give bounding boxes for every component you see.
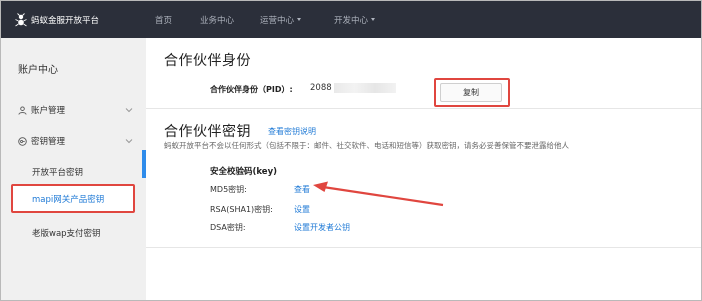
- nav-business-center-label: 业务中心: [200, 15, 235, 26]
- caret-down-icon: [371, 18, 376, 21]
- md5-key-label: MD5密钥:: [210, 185, 247, 194]
- section-divider: [146, 108, 701, 109]
- pid-value: 2088: [310, 83, 396, 93]
- sidebar-title: 账户中心: [18, 65, 58, 76]
- security-code-title: 安全校验码(key): [210, 167, 278, 177]
- nav-operations-center-label: 运营中心: [260, 15, 295, 26]
- nav-business-center[interactable]: 业务中心: [200, 14, 234, 26]
- sidebar-item-legacy-wap-key[interactable]: 老版wap支付密钥: [32, 227, 101, 239]
- partner-id-title: 合作伙伴身份: [164, 53, 251, 69]
- brand[interactable]: 蚂蚁金服开放平台: [14, 12, 154, 27]
- sidebar-group-key-management-label: 密钥管理: [31, 137, 66, 147]
- sidebar-group-account[interactable]: 账户管理: [18, 104, 65, 116]
- user-icon: [18, 105, 27, 115]
- copy-highlight-box: 复制: [434, 78, 510, 107]
- pid-masked-digits: [333, 83, 396, 93]
- copy-button[interactable]: 复制: [440, 83, 502, 102]
- brand-name: 蚂蚁金服开放平台: [31, 15, 100, 26]
- nav-home-label: 首页: [155, 15, 173, 26]
- sidebar: 账户中心 账户管理 密钥管理 开放平台密钥 mapi网关产品密钥 老版wap支付…: [1, 38, 146, 300]
- chevron-down-icon[interactable]: [125, 138, 133, 144]
- pid-label: 合作伙伴身份（PID）:: [210, 85, 293, 94]
- rsa-set-link[interactable]: 设置: [294, 204, 310, 215]
- page: 蚂蚁金服开放平台 首页 业务中心 运营中心 开发中心 账户中心 账户管理 密钥管…: [0, 0, 702, 301]
- nav-operations-center[interactable]: 运营中心: [260, 14, 302, 26]
- sidebar-group-account-label: 账户管理: [31, 106, 66, 116]
- security-notice: 蚂蚁开放平台不会以任何形式（包括不限于：邮件、社交软件、电话和短信等）获取密钥，…: [164, 141, 569, 150]
- key-circle-icon: [18, 136, 27, 146]
- partner-key-title: 合作伙伴密钥: [164, 124, 251, 140]
- bottom-divider: [146, 247, 701, 248]
- dsa-set-public-key-link[interactable]: 设置开发者公钥: [294, 222, 350, 233]
- pid-value-text: 2088: [310, 83, 332, 93]
- sidebar-item-mapi-gateway-key-label: mapi网关产品密钥: [32, 194, 105, 205]
- nav-developer-center[interactable]: 开发中心: [334, 14, 376, 26]
- ant-logo-icon: [15, 12, 27, 26]
- main-content: 合作伙伴身份 合作伙伴身份（PID）: 2088 复制 合作伙伴密钥 查看密钥说…: [146, 38, 701, 300]
- md5-view-link[interactable]: 查看: [294, 184, 310, 195]
- chevron-down-icon[interactable]: [125, 107, 133, 113]
- sidebar-group-key-management[interactable]: 密钥管理: [18, 135, 65, 147]
- sidebar-item-mapi-gateway-key[interactable]: mapi网关产品密钥: [11, 184, 135, 213]
- annotation-arrow-icon: [313, 181, 444, 207]
- nav-home[interactable]: 首页: [155, 14, 172, 26]
- top-nav-bar: 蚂蚁金服开放平台 首页 业务中心 运营中心 开发中心: [1, 1, 701, 38]
- key-help-link[interactable]: 查看密钥说明: [268, 126, 316, 137]
- sidebar-item-open-platform-key[interactable]: 开放平台密钥: [32, 166, 83, 178]
- nav-developer-center-label: 开发中心: [334, 15, 369, 26]
- dsa-key-label: DSA密钥:: [210, 223, 246, 232]
- caret-down-icon: [297, 18, 302, 21]
- rsa-key-label: RSA(SHA1)密钥:: [210, 205, 273, 214]
